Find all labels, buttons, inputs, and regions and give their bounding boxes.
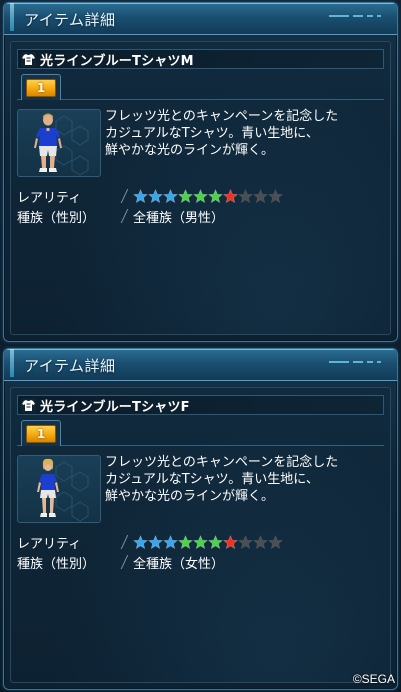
rarity-row: レアリティ bbox=[17, 186, 387, 206]
star-icon bbox=[223, 188, 238, 203]
item-description: フレッツ光とのキャンペーンを記念した カジュアルなTシャツ。青い生地に、 鮮やか… bbox=[105, 108, 385, 159]
tab-row: 1 bbox=[17, 418, 384, 446]
rarity-row: レアリティ bbox=[17, 532, 387, 552]
description-line: 鮮やかな光のラインが輝く。 bbox=[105, 489, 275, 504]
race-label: 種族（性別） bbox=[17, 556, 96, 572]
shirt-icon bbox=[21, 397, 36, 413]
star-icon bbox=[268, 188, 283, 203]
panel-title: アイテム詳細 bbox=[24, 11, 116, 29]
item-name-bar: 光ラインブルーTシャツF bbox=[17, 395, 384, 415]
male-character-icon bbox=[34, 113, 89, 176]
star-icon bbox=[178, 534, 193, 549]
star-icon bbox=[178, 188, 193, 203]
star-icon bbox=[223, 534, 238, 549]
header-decoration bbox=[329, 12, 389, 26]
tab-number: 1 bbox=[26, 424, 56, 443]
description-line: 鮮やかな光のラインが輝く。 bbox=[105, 143, 275, 158]
star-icon bbox=[148, 188, 163, 203]
star-icon bbox=[193, 534, 208, 549]
star-icon bbox=[268, 534, 283, 549]
item-description: フレッツ光とのキャンペーンを記念した カジュアルなTシャツ。青い生地に、 鮮やか… bbox=[105, 454, 385, 505]
race-label: 種族（性別） bbox=[17, 210, 96, 226]
star-icon bbox=[148, 534, 163, 549]
panel-title: アイテム詳細 bbox=[24, 357, 116, 375]
star-icon bbox=[163, 188, 178, 203]
tab-1[interactable]: 1 bbox=[21, 74, 61, 100]
item-detail-panel-female: アイテム詳細 光ラインブルーTシャツF 1 フレッツ光とのキャンペーンを記念した… bbox=[3, 348, 398, 690]
separator bbox=[119, 209, 131, 223]
tab-row: 1 bbox=[17, 72, 384, 100]
race-value: 全種族（男性） bbox=[133, 210, 225, 226]
rarity-label: レアリティ bbox=[17, 190, 82, 206]
rarity-stars bbox=[133, 188, 283, 204]
item-properties: レアリティ 種族（性別） 全種族（男性） bbox=[17, 186, 387, 226]
panel-header: アイテム詳細 bbox=[4, 349, 397, 381]
race-value: 全種族（女性） bbox=[133, 556, 225, 572]
item-detail-panel-male: アイテム詳細 光ラインブルーTシャツM 1 フレッツ光とのキャンペーンを記念した… bbox=[3, 2, 398, 342]
race-row: 種族（性別） 全種族（男性） bbox=[17, 206, 387, 226]
star-icon bbox=[133, 534, 148, 549]
separator bbox=[119, 189, 131, 203]
item-detail-screen: アイテム詳細 光ラインブルーTシャツM 1 フレッツ光とのキャンペーンを記念した… bbox=[0, 0, 401, 692]
character-portrait bbox=[17, 455, 101, 523]
tab-1[interactable]: 1 bbox=[21, 420, 61, 446]
race-row: 種族（性別） 全種族（女性） bbox=[17, 552, 387, 572]
star-icon bbox=[238, 188, 253, 203]
description-line: フレッツ光とのキャンペーンを記念した bbox=[105, 455, 339, 470]
star-icon bbox=[253, 534, 268, 549]
star-icon bbox=[133, 188, 148, 203]
rarity-label: レアリティ bbox=[17, 536, 82, 552]
item-name-bar: 光ラインブルーTシャツM bbox=[17, 49, 384, 69]
item-name: 光ラインブルーTシャツM bbox=[40, 53, 194, 69]
female-character-icon bbox=[37, 458, 89, 522]
rarity-stars bbox=[133, 534, 283, 550]
separator bbox=[119, 555, 131, 569]
header-decoration bbox=[329, 358, 389, 372]
description-line: フレッツ光とのキャンペーンを記念した bbox=[105, 109, 339, 124]
star-icon bbox=[253, 188, 268, 203]
panel-body: 光ラインブルーTシャツM 1 フレッツ光とのキャンペーンを記念した カジュアルな… bbox=[10, 41, 391, 335]
star-icon bbox=[208, 534, 223, 549]
description-line: カジュアルなTシャツ。青い生地に、 bbox=[105, 126, 319, 141]
panel-header: アイテム詳細 bbox=[4, 3, 397, 35]
item-properties: レアリティ 種族（性別） 全種族（女性） bbox=[17, 532, 387, 572]
panel-body: 光ラインブルーTシャツF 1 フレッツ光とのキャンペーンを記念した カジュアルな… bbox=[10, 387, 391, 683]
tab-number: 1 bbox=[26, 78, 56, 97]
character-portrait bbox=[17, 109, 101, 177]
shirt-icon bbox=[21, 51, 36, 67]
star-icon bbox=[163, 534, 178, 549]
separator bbox=[119, 535, 131, 549]
item-name: 光ラインブルーTシャツF bbox=[40, 399, 190, 415]
copyright-notice: ©SEGA bbox=[352, 672, 395, 686]
star-icon bbox=[193, 188, 208, 203]
star-icon bbox=[208, 188, 223, 203]
description-line: カジュアルなTシャツ。青い生地に、 bbox=[105, 472, 319, 487]
star-icon bbox=[238, 534, 253, 549]
